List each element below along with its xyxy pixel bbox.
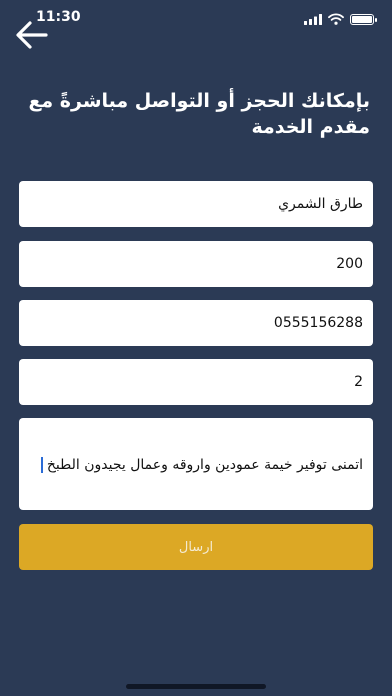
text-caret	[40, 457, 43, 473]
status-icons	[304, 10, 377, 29]
wifi-icon	[328, 10, 344, 29]
phone-field[interactable]: 0555156288	[19, 300, 373, 346]
name-field[interactable]: طارق الشمري	[19, 181, 373, 227]
notes-textarea[interactable]: اتمنى توفير خيمة عمودين واروقه وعمال يجي…	[19, 418, 373, 510]
signal-icon	[304, 10, 322, 29]
battery-level	[352, 16, 372, 23]
home-indicator	[126, 684, 266, 689]
phone-value: 0555156288	[273, 315, 363, 331]
submit-label: ارسال	[178, 539, 214, 555]
page-title: بإمكانك الحجز أو التواصل مباشرةً مع مقدم…	[28, 90, 370, 138]
name-value: طارق الشمري	[278, 196, 363, 212]
amount-value: 200	[336, 256, 363, 272]
notes-value: اتمنى توفير خيمة عمودين واروقه وعمال يجي…	[46, 457, 363, 473]
battery-icon	[350, 14, 377, 25]
back-button[interactable]	[14, 20, 54, 54]
amount-field[interactable]: 200	[19, 241, 373, 287]
count-value: 2	[354, 374, 363, 390]
submit-button[interactable]: ارسال	[19, 524, 373, 570]
arrow-left-icon	[14, 21, 48, 54]
count-field[interactable]: 2	[19, 359, 373, 405]
status-bar: 11:30	[0, 0, 392, 34]
